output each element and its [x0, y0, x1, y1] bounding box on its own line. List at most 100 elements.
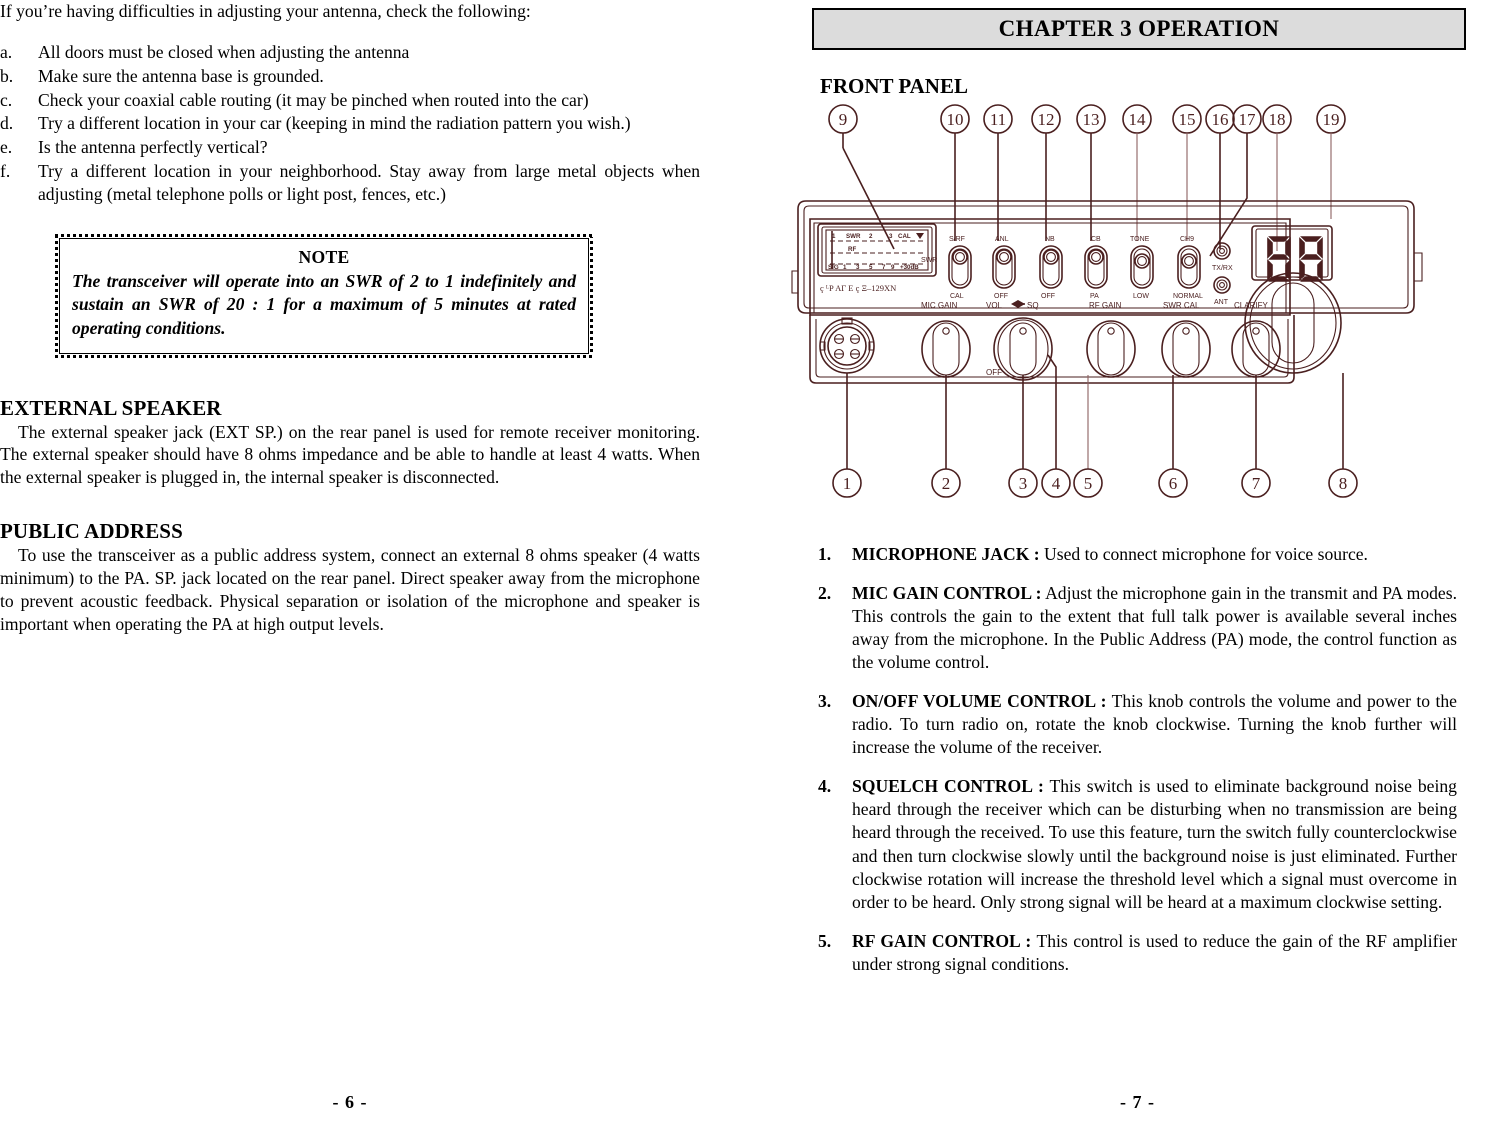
list-marker: f. — [0, 161, 11, 182]
item-text: MICROPHONE JACK : Used to connect microp… — [852, 543, 1457, 566]
callout-14: 14 — [1129, 110, 1147, 129]
switch-label-top: NB — [1045, 236, 1055, 243]
callout-13: 13 — [1083, 110, 1100, 129]
note-title: NOTE — [298, 246, 350, 267]
list-text: Check your coaxial cable routing (it may… — [38, 89, 589, 110]
callout-18: 18 — [1269, 110, 1286, 129]
list-item: 4. SQUELCH CONTROL : This switch is used… — [818, 775, 1457, 913]
switch-anl: ANL OFF — [992, 236, 1016, 300]
front-panel-diagram: .ln { stroke:#4a1f1f; stroke-width:1.6; … — [790, 101, 1485, 531]
item-desc: Used to connect microphone for voice sou… — [1039, 544, 1368, 564]
item-number: 2. — [818, 583, 832, 604]
meter-swr-label: SWR — [846, 233, 861, 240]
item-number: 5. — [818, 930, 832, 951]
meter-sig-5: 5 — [869, 264, 873, 271]
callout-12: 12 — [1038, 110, 1055, 129]
knob-volume-squelch: VOL SQ OFF — [986, 300, 1053, 381]
switch-tone: TONE LOW — [1130, 236, 1154, 300]
meter-swr-1: 1 — [832, 233, 836, 240]
note-box: NOTE The transceiver will operate into a… — [55, 234, 593, 358]
note-body: The transceiver will operate into an SWR… — [72, 270, 576, 338]
callout-6: 6 — [1169, 474, 1178, 493]
meter-swr-3: 3 — [889, 233, 893, 240]
switch-nb: NB OFF — [1039, 236, 1063, 300]
callout-10: 10 — [947, 110, 964, 129]
meter-sig-3: 3 — [856, 264, 860, 271]
list-marker: d. — [0, 113, 14, 134]
list-text: Is the antenna perfectly vertical? — [38, 137, 268, 158]
knob-label-sq: SQ — [1027, 301, 1039, 310]
list-item: d. Try a different location in your car … — [0, 112, 700, 135]
switch-label-top: TONE — [1130, 236, 1150, 243]
knob-label-vol: VOL — [986, 301, 1003, 310]
right-page: CHAPTER 3 OPERATION FRONT PANEL .ln { st… — [790, 0, 1485, 1129]
left-page: If you’re having difficulties in adjusti… — [0, 0, 700, 1129]
knob-label: CLARIFY — [1234, 301, 1268, 310]
list-marker: e. — [0, 137, 13, 158]
switch-cb: CB PA — [1084, 236, 1108, 300]
callout-4: 4 — [1052, 474, 1061, 493]
meter-sig-label: SIG — [828, 264, 839, 271]
callout-5: 5 — [1084, 474, 1093, 493]
knob-label: RF GAIN — [1089, 301, 1122, 310]
antenna-checklist: a. All doors must be closed when adjusti… — [0, 41, 700, 206]
indicator-label: TX/RX — [1212, 265, 1233, 272]
front-panel-heading: FRONT PANEL — [820, 74, 968, 98]
section-external-speaker: EXTERNAL SPEAKER The external speaker ja… — [0, 396, 700, 490]
section-body: The external speaker jack (EXT SP.) on t… — [0, 421, 700, 488]
item-title: RF GAIN CONTROL : — [852, 930, 1032, 951]
list-item: 3. ON/OFF VOLUME CONTROL : This knob con… — [818, 690, 1457, 759]
section-public-address: PUBLIC ADDRESS To use the transceiver as… — [0, 519, 700, 635]
intro-paragraph: If you’re having difficulties in adjusti… — [0, 1, 531, 21]
list-text: Make sure the antenna base is grounded. — [38, 65, 324, 86]
list-item: a. All doors must be closed when adjusti… — [0, 41, 700, 64]
meter-sig-7: 7 — [882, 264, 886, 271]
switch-label-top: ANL — [995, 236, 1009, 243]
page-number-left: - 6 - — [332, 1092, 368, 1112]
list-text: All doors must be closed when adjusting … — [38, 41, 410, 62]
switch-label-bottom: PA — [1090, 293, 1099, 300]
item-text: MIC GAIN CONTROL : Adjust the microphone… — [852, 582, 1457, 674]
callout-3: 3 — [1019, 474, 1028, 493]
item-title: SQUELCH CONTROL : — [852, 776, 1044, 797]
section-heading: PUBLIC ADDRESS — [0, 519, 183, 544]
meter-sig-30db: +30dB — [900, 264, 919, 271]
list-item: e. Is the antenna perfectly vertical? — [0, 136, 700, 159]
indicator-label: ANT — [1214, 299, 1229, 306]
meter-rf-label: RF — [848, 246, 856, 253]
callout-17: 17 — [1239, 110, 1257, 129]
item-text: ON/OFF VOLUME CONTROL : This knob contro… — [852, 690, 1457, 759]
item-title: MICROPHONE JACK : — [852, 544, 1040, 564]
switch-ch9: CH9 NORMAL — [1173, 236, 1203, 300]
page-number-right: - 7 - — [1120, 1092, 1155, 1112]
switch-label-bottom: LOW — [1133, 293, 1149, 300]
list-item: b. Make sure the antenna base is grounde… — [0, 65, 700, 88]
list-marker: a. — [0, 41, 13, 62]
switch-label-bottom: CAL — [950, 293, 964, 300]
list-item: f. Try a different location in your neig… — [0, 160, 700, 206]
knob-label-off: OFF — [986, 368, 1002, 377]
switch-label-top: CH9 — [1180, 236, 1194, 243]
brand-text: ç ᴸP AΓ E ç Ξ–129XN — [820, 283, 896, 293]
meter-sig-9: 9 — [891, 264, 895, 271]
callout-9: 9 — [839, 110, 848, 129]
list-item: c. Check your coaxial cable routing (it … — [0, 89, 700, 112]
item-text: SQUELCH CONTROL : This switch is used to… — [852, 775, 1457, 913]
switch-label-bottom: OFF — [994, 293, 1008, 300]
item-desc: This switch is used to eliminate backgro… — [852, 776, 1457, 912]
microphone-jack — [819, 317, 875, 374]
meter-sig-1: 1 — [843, 264, 847, 271]
knob-label: SWR CAL — [1163, 301, 1200, 310]
meter-swr-2: 2 — [869, 233, 873, 240]
note-box-inner: NOTE The transceiver will operate into a… — [59, 237, 589, 354]
section-body: To use the transceiver as a public addre… — [0, 545, 700, 634]
switch-label-bottom: OFF — [1041, 293, 1055, 300]
callout-2: 2 — [942, 474, 951, 493]
indicator-txrx: TX/RX — [1212, 242, 1233, 272]
list-item: 5. RF GAIN CONTROL : This control is use… — [818, 930, 1457, 976]
callout-7: 7 — [1252, 474, 1261, 493]
meter-cal-label: CAL — [898, 233, 911, 240]
item-title: MIC GAIN CONTROL : — [852, 583, 1042, 604]
callout-19: 19 — [1323, 110, 1340, 129]
list-marker: c. — [0, 89, 13, 110]
